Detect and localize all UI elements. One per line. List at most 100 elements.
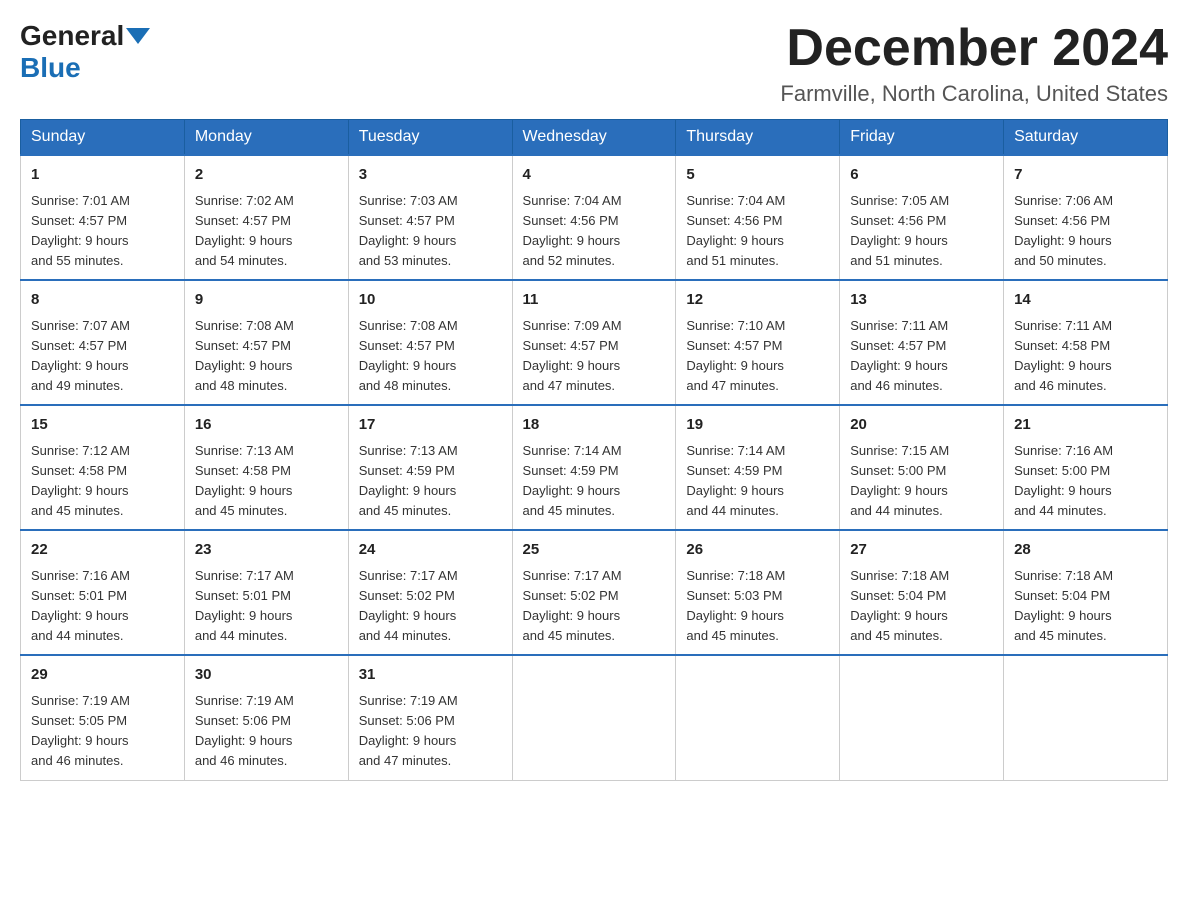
week-row-1: 1Sunrise: 7:01 AMSunset: 4:57 PMDaylight… [21,155,1168,280]
day-info: Sunrise: 7:19 AMSunset: 5:06 PMDaylight:… [195,691,338,772]
week-row-2: 8 Sunrise: 7:07 AMSunset: 4:57 PMDaylight… [21,280,1168,405]
day-info: Sunrise: 7:06 AMSunset: 4:56 PMDaylight:… [1014,191,1157,272]
day-info: Sunrise: 7:03 AMSunset: 4:57 PMDaylight:… [359,191,502,272]
day-info: Sunrise: 7:15 AMSunset: 5:00 PMDaylight:… [850,441,993,522]
weekday-header-monday: Monday [184,120,348,156]
month-title: December 2024 [780,20,1168,77]
day-info: Sunrise: 7:18 AMSunset: 5:03 PMDaylight:… [686,566,829,647]
day-number: 12 [686,289,829,312]
week-row-5: 29 Sunrise: 7:19 AMSunset: 5:05 PMDayligh… [21,655,1168,780]
day-number: 28 [1014,539,1157,562]
weekday-header-tuesday: Tuesday [348,120,512,156]
day-number: 4 [523,164,666,187]
logo-general-text: General [20,20,124,52]
day-info: Sunrise: 7:16 AMSunset: 5:00 PMDaylight:… [1014,441,1157,522]
calendar-cell: 10 Sunrise: 7:08 AMSunset: 4:57 PMDayligh… [348,280,512,405]
day-number: 15 [31,414,174,437]
calendar-cell: 1Sunrise: 7:01 AMSunset: 4:57 PMDaylight… [21,155,185,280]
weekday-header-row: SundayMondayTuesdayWednesdayThursdayFrid… [21,120,1168,156]
day-number: 27 [850,539,993,562]
calendar-cell: 26Sunrise: 7:18 AMSunset: 5:03 PMDayligh… [676,530,840,655]
day-info: Sunrise: 7:13 AMSunset: 4:59 PMDaylight:… [359,441,502,522]
day-number: 30 [195,664,338,687]
day-number: 11 [523,289,666,312]
logo-blue-text: Blue [20,52,81,84]
day-number: 13 [850,289,993,312]
day-info: Sunrise: 7:12 AMSunset: 4:58 PMDaylight:… [31,441,174,522]
day-info: Sunrise: 7:11 AMSunset: 4:58 PMDaylight:… [1014,316,1157,397]
day-number: 3 [359,164,502,187]
logo-arrow-icon [126,28,150,44]
day-number: 7 [1014,164,1157,187]
day-info: Sunrise: 7:07 AMSunset: 4:57 PMDaylight:… [31,316,174,397]
day-info: Sunrise: 7:18 AMSunset: 5:04 PMDaylight:… [850,566,993,647]
page-header: General Blue December 2024 Farmville, No… [20,20,1168,107]
title-area: December 2024 Farmville, North Carolina,… [780,20,1168,107]
calendar-cell: 7 Sunrise: 7:06 AMSunset: 4:56 PMDaylight… [1004,155,1168,280]
calendar-cell: 8 Sunrise: 7:07 AMSunset: 4:57 PMDaylight… [21,280,185,405]
day-info: Sunrise: 7:10 AMSunset: 4:57 PMDaylight:… [686,316,829,397]
day-info: Sunrise: 7:19 AMSunset: 5:06 PMDaylight:… [359,691,502,772]
day-number: 24 [359,539,502,562]
day-number: 29 [31,664,174,687]
day-number: 10 [359,289,502,312]
day-info: Sunrise: 7:18 AMSunset: 5:04 PMDaylight:… [1014,566,1157,647]
day-number: 20 [850,414,993,437]
calendar-cell: 18Sunrise: 7:14 AMSunset: 4:59 PMDayligh… [512,405,676,530]
weekday-header-friday: Friday [840,120,1004,156]
calendar-cell: 25 Sunrise: 7:17 AMSunset: 5:02 PMDayligh… [512,530,676,655]
calendar-cell [512,655,676,780]
calendar-cell: 24Sunrise: 7:17 AMSunset: 5:02 PMDayligh… [348,530,512,655]
week-row-3: 15 Sunrise: 7:12 AMSunset: 4:58 PMDayligh… [21,405,1168,530]
calendar-cell: 3 Sunrise: 7:03 AMSunset: 4:57 PMDaylight… [348,155,512,280]
day-number: 17 [359,414,502,437]
day-info: Sunrise: 7:02 AMSunset: 4:57 PMDaylight:… [195,191,338,272]
day-number: 5 [686,164,829,187]
day-info: Sunrise: 7:04 AMSunset: 4:56 PMDaylight:… [686,191,829,272]
calendar-cell: 20 Sunrise: 7:15 AMSunset: 5:00 PMDayligh… [840,405,1004,530]
calendar-cell: 5 Sunrise: 7:04 AMSunset: 4:56 PMDaylight… [676,155,840,280]
calendar-cell: 30 Sunrise: 7:19 AMSunset: 5:06 PMDayligh… [184,655,348,780]
calendar-cell: 27 Sunrise: 7:18 AMSunset: 5:04 PMDayligh… [840,530,1004,655]
day-info: Sunrise: 7:16 AMSunset: 5:01 PMDaylight:… [31,566,174,647]
calendar-cell: 13 Sunrise: 7:11 AMSunset: 4:57 PMDayligh… [840,280,1004,405]
day-info: Sunrise: 7:08 AMSunset: 4:57 PMDaylight:… [195,316,338,397]
calendar-cell: 11 Sunrise: 7:09 AMSunset: 4:57 PMDayligh… [512,280,676,405]
day-info: Sunrise: 7:14 AMSunset: 4:59 PMDaylight:… [686,441,829,522]
day-info: Sunrise: 7:08 AMSunset: 4:57 PMDaylight:… [359,316,502,397]
calendar-cell [1004,655,1168,780]
day-info: Sunrise: 7:17 AMSunset: 5:02 PMDaylight:… [523,566,666,647]
day-info: Sunrise: 7:14 AMSunset: 4:59 PMDaylight:… [523,441,666,522]
day-info: Sunrise: 7:11 AMSunset: 4:57 PMDaylight:… [850,316,993,397]
day-info: Sunrise: 7:17 AMSunset: 5:01 PMDaylight:… [195,566,338,647]
logo: General Blue [20,20,152,84]
calendar-cell: 21 Sunrise: 7:16 AMSunset: 5:00 PMDayligh… [1004,405,1168,530]
day-number: 25 [523,539,666,562]
calendar-cell: 16 Sunrise: 7:13 AMSunset: 4:58 PMDayligh… [184,405,348,530]
day-number: 2 [195,164,338,187]
calendar-cell: 9 Sunrise: 7:08 AMSunset: 4:57 PMDaylight… [184,280,348,405]
day-info: Sunrise: 7:09 AMSunset: 4:57 PMDaylight:… [523,316,666,397]
day-number: 6 [850,164,993,187]
location-title: Farmville, North Carolina, United States [780,81,1168,107]
day-number: 21 [1014,414,1157,437]
calendar-cell: 4Sunrise: 7:04 AMSunset: 4:56 PMDaylight… [512,155,676,280]
calendar-table: SundayMondayTuesdayWednesdayThursdayFrid… [20,119,1168,780]
day-number: 14 [1014,289,1157,312]
day-info: Sunrise: 7:19 AMSunset: 5:05 PMDaylight:… [31,691,174,772]
day-number: 8 [31,289,174,312]
calendar-cell: 15 Sunrise: 7:12 AMSunset: 4:58 PMDayligh… [21,405,185,530]
weekday-header-saturday: Saturday [1004,120,1168,156]
weekday-header-sunday: Sunday [21,120,185,156]
day-number: 31 [359,664,502,687]
calendar-cell: 28 Sunrise: 7:18 AMSunset: 5:04 PMDayligh… [1004,530,1168,655]
day-number: 9 [195,289,338,312]
day-number: 23 [195,539,338,562]
day-number: 16 [195,414,338,437]
day-info: Sunrise: 7:05 AMSunset: 4:56 PMDaylight:… [850,191,993,272]
day-number: 22 [31,539,174,562]
calendar-cell: 6 Sunrise: 7:05 AMSunset: 4:56 PMDaylight… [840,155,1004,280]
day-info: Sunrise: 7:13 AMSunset: 4:58 PMDaylight:… [195,441,338,522]
calendar-cell: 22 Sunrise: 7:16 AMSunset: 5:01 PMDayligh… [21,530,185,655]
calendar-cell: 19Sunrise: 7:14 AMSunset: 4:59 PMDayligh… [676,405,840,530]
